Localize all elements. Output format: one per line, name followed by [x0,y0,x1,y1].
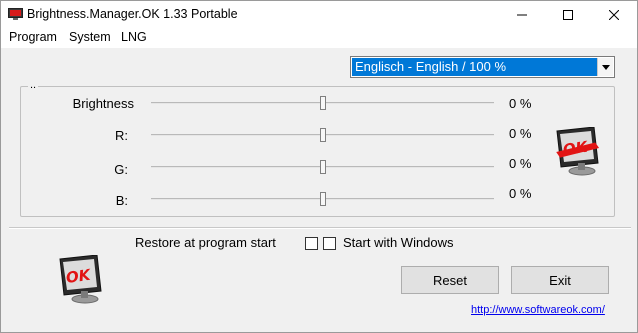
green-slider[interactable] [151,159,494,175]
ok-logo-icon: OK [57,254,105,308]
reset-button[interactable]: Reset [401,266,499,294]
dropdown-arrow-icon[interactable] [597,58,613,76]
group-caption: .. [28,79,39,91]
green-value: 0 % [509,156,532,171]
green-label: G: [114,162,128,177]
exit-button[interactable]: Exit [511,266,609,294]
slider-thumb[interactable] [319,96,326,110]
red-label: R: [115,128,128,143]
brightness-slider[interactable] [151,95,494,111]
slider-thumb[interactable] [319,192,326,206]
close-icon [609,10,619,20]
restore-label: Restore at program start [135,235,276,250]
minimize-button[interactable] [499,1,545,29]
menu-lng[interactable]: LNG [121,30,147,44]
maximize-icon [563,10,573,20]
ok-logo-icon: OK [554,126,602,180]
minimize-icon [517,14,527,16]
window-title: Brightness.Manager.OK 1.33 Portable [27,7,238,21]
svg-text:OK: OK [562,138,590,159]
slider-thumb[interactable] [319,128,326,142]
start-with-windows-label: Start with Windows [343,235,454,250]
blue-slider[interactable] [151,191,494,207]
blue-label: B: [115,193,128,208]
menu-system[interactable]: System [69,30,111,44]
menu-bar: Program System LNG [1,29,637,48]
language-select-value: Englisch - English / 100 % [352,58,597,76]
svg-text:OK: OK [65,266,93,287]
title-bar[interactable]: Brightness.Manager.OK 1.33 Portable [1,1,637,29]
start-with-windows-checkbox[interactable] [323,237,336,250]
maximize-button[interactable] [545,1,591,29]
language-select[interactable]: Englisch - English / 100 % [350,56,615,78]
website-link[interactable]: http://www.softwareok.com/ [471,304,605,316]
red-value: 0 % [509,126,532,141]
brightness-label: Brightness [72,96,134,111]
slider-thumb[interactable] [319,160,326,174]
blue-value: 0 % [509,186,532,201]
red-slider[interactable] [151,127,494,143]
app-window: Brightness.Manager.OK 1.33 Portable Prog… [0,0,638,333]
close-button[interactable] [591,1,637,29]
restore-checkbox[interactable] [305,237,318,250]
app-icon [8,8,23,21]
brightness-value: 0 % [509,96,532,111]
menu-program[interactable]: Program [9,30,57,44]
separator [9,227,631,229]
